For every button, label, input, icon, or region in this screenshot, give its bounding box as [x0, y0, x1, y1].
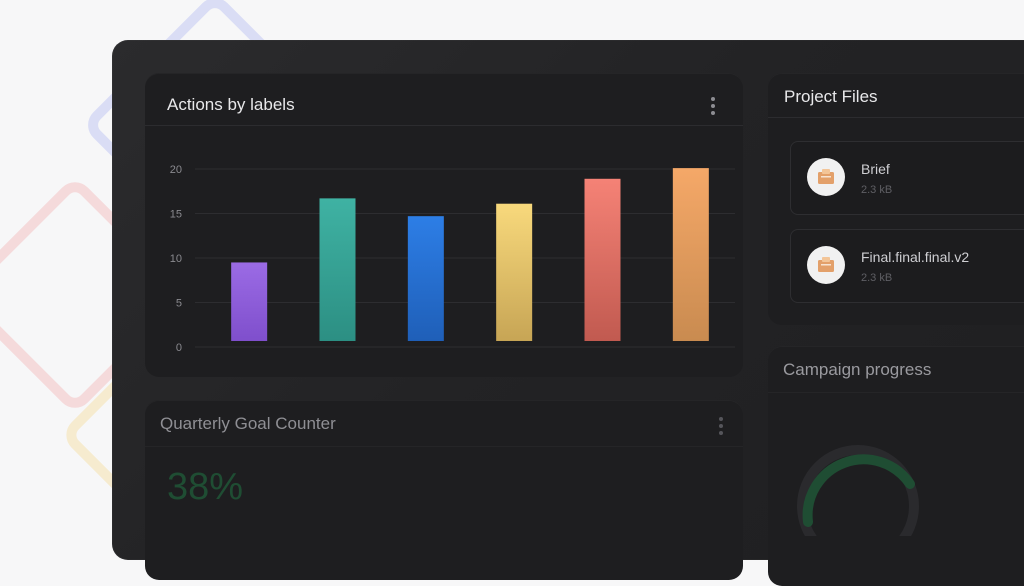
y-tick-label: 15	[170, 209, 182, 221]
bar[interactable]	[407, 216, 444, 341]
goal-card-divider	[145, 446, 743, 447]
y-tick-label: 5	[176, 298, 182, 310]
project-files-divider	[768, 117, 1024, 118]
goal-card-menu-icon[interactable]	[719, 417, 723, 435]
file-size: 2.3 kB	[861, 184, 893, 196]
file-item-brief[interactable]: Brief 2.3 kB	[790, 141, 1024, 215]
project-files-card: Project Files Brief 2.3 kB Final.final.f…	[768, 73, 1024, 325]
quarterly-goal-title: Quarterly Goal Counter	[160, 414, 336, 433]
dashboard-window: Actions by labels 0 5 10 15 20 Project Files…	[112, 40, 1024, 586]
actions-card-menu-icon[interactable]	[711, 97, 715, 115]
quarterly-goal-card: Quarterly Goal Counter 38%	[145, 400, 743, 580]
y-tick-label: 0	[176, 342, 182, 354]
bar[interactable]	[584, 178, 621, 341]
campaign-progress-ring	[797, 445, 919, 536]
y-tick-label: 20	[170, 164, 182, 176]
file-item-final[interactable]: Final.final.final.v2 2.3 kB	[790, 229, 1024, 303]
bar[interactable]	[672, 168, 709, 341]
bar[interactable]	[496, 203, 533, 341]
campaign-progress-card: Campaign progress	[768, 346, 1024, 586]
actions-card-title: Actions by labels	[167, 95, 295, 114]
bar[interactable]	[231, 262, 268, 341]
file-size: 2.3 kB	[861, 272, 893, 284]
campaign-divider	[768, 392, 1024, 393]
file-name: Brief	[861, 161, 890, 177]
document-icon	[807, 158, 845, 196]
project-files-title: Project Files	[784, 87, 878, 106]
bar[interactable]	[319, 198, 356, 341]
file-name: Final.final.final.v2	[861, 249, 970, 265]
document-icon	[807, 246, 845, 284]
actions-card-divider	[145, 125, 743, 126]
actions-bar-chart: 0 5 10 15 20	[170, 164, 735, 354]
campaign-progress-title: Campaign progress	[783, 360, 932, 379]
goal-percent: 38%	[167, 466, 244, 508]
actions-by-labels-card: Actions by labels 0 5 10 15 20	[145, 73, 743, 377]
y-tick-label: 10	[170, 253, 182, 265]
